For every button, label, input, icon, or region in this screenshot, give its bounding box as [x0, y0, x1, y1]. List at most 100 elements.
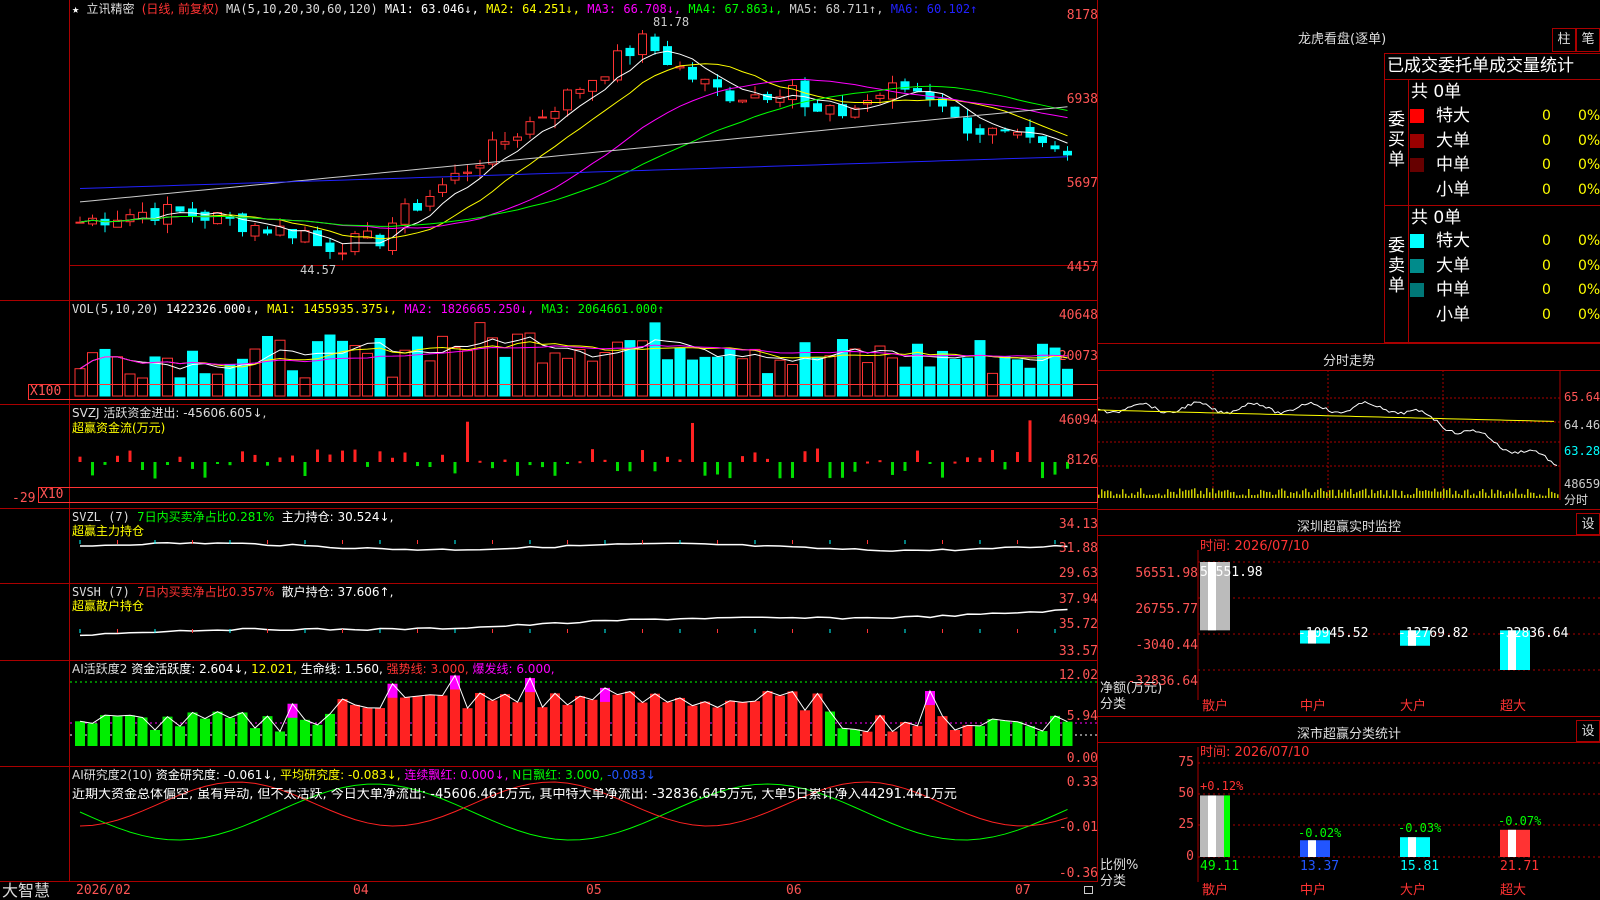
intraday-vol-bar: [1149, 494, 1151, 498]
monitor-y-2: 26755.77: [1135, 602, 1198, 617]
research-bar: [912, 808, 923, 812]
bar-view-button[interactable]: 柱: [1552, 28, 1576, 52]
buy-total: 共 0单: [1411, 82, 1462, 102]
research-bar: [87, 812, 98, 814]
flow-bar: [741, 456, 744, 462]
order-count: 0: [1542, 257, 1551, 274]
active-bar: [337, 699, 348, 746]
active-bar: [625, 691, 635, 746]
intraday-vol-bar: [1317, 489, 1319, 498]
candle-body: [988, 127, 997, 136]
candle-body: [413, 203, 422, 211]
intraday-vol-bar: [1251, 494, 1253, 498]
active-bar: [200, 718, 210, 746]
research-bar: [975, 808, 985, 812]
brand-logo[interactable]: 大智慧: [2, 882, 50, 900]
chart-area[interactable]: ★ 立讯精密 (日线, 前复权) MA(5,10,20,30,60,120) M…: [0, 0, 1098, 900]
flow-bar: [628, 462, 632, 472]
candle-body: [425, 195, 435, 207]
intraday-vol-bar: [1515, 488, 1517, 498]
intraday-vol-bar: [1542, 495, 1544, 498]
stats-bottom-3: 15.81: [1400, 859, 1440, 874]
flow-bar: [703, 462, 707, 476]
svzj-y-1: 46094: [1058, 413, 1098, 428]
active-bar: [775, 695, 785, 746]
intraday-vol-bar: [1455, 490, 1457, 498]
stats-cat-1: 散户: [1202, 883, 1229, 898]
research-bar: [800, 812, 810, 815]
intraday-chart-svg[interactable]: [1098, 370, 1600, 510]
candle-body: [513, 136, 522, 141]
lock-icon[interactable]: [1084, 886, 1093, 894]
research-bar: [837, 812, 848, 818]
ai2-y-1: 0.33: [1066, 775, 1098, 790]
flow-bar: [841, 462, 844, 478]
flow-bar: [616, 462, 619, 472]
flow-bar: [578, 461, 582, 464]
candle-body: [813, 103, 822, 112]
flow-bar: [353, 449, 357, 462]
ai-research-chart-svg[interactable]: [0, 766, 1098, 882]
intraday-vol-bar: [1293, 493, 1295, 498]
candle-body: [638, 33, 647, 56]
intraday-vol-bar: [1545, 495, 1547, 498]
research-bar: [112, 812, 123, 814]
x-label-4: 06: [786, 883, 802, 898]
research-bar: [200, 812, 210, 821]
intraday-vol-bar: [1482, 489, 1484, 498]
star-icon[interactable]: ★: [72, 2, 79, 16]
buy-row-2: 大单 0 0%: [1410, 130, 1600, 152]
research-bar: [900, 807, 910, 812]
research-bar: [212, 812, 223, 819]
order-count: 0: [1542, 132, 1551, 149]
active-bar: [250, 728, 260, 746]
intraday-vol-bar: [1266, 492, 1268, 498]
flow-bar: [228, 462, 232, 466]
price-chart-svg[interactable]: [0, 0, 1098, 301]
intraday-vol-bar: [1359, 490, 1361, 498]
intraday-vol-bar: [1356, 492, 1358, 498]
stats-xlabel: 分类: [1100, 874, 1127, 889]
intraday-vol-bar: [1509, 491, 1511, 498]
candle-body: [525, 121, 535, 135]
flow-bar: [891, 462, 894, 475]
research-bar: [500, 812, 510, 814]
intraday-vol-bar: [1134, 494, 1136, 498]
research-bar: [437, 804, 448, 812]
ai-active-chart-svg[interactable]: [0, 660, 1098, 767]
research-bar: [1037, 812, 1048, 818]
color-swatch: [1410, 283, 1424, 297]
candle-body: [950, 106, 960, 118]
intraday-vol-bar: [1263, 490, 1265, 498]
stats-bar-hl-3: [1408, 837, 1416, 857]
stats-y-1: 75: [1178, 755, 1194, 770]
intraday-vol-bar: [1314, 492, 1316, 498]
svzj-sub: 超赢资金流(万元): [72, 421, 166, 435]
research-bar: [237, 807, 248, 812]
intraday-vol-bar: [1500, 491, 1502, 498]
tick-view-button[interactable]: 笔: [1576, 28, 1600, 52]
intraday-vol-bar: [1230, 492, 1232, 498]
candle-body: [738, 99, 747, 103]
intraday-title: 分时走势: [1322, 354, 1375, 369]
order-label: 中单: [1436, 155, 1470, 175]
ai2-y-3: -0.36: [1058, 866, 1098, 881]
flow-bar: [441, 454, 444, 462]
order-pct: 0%: [1578, 282, 1600, 298]
active-bar: [537, 707, 548, 746]
intraday-vol-bar: [1485, 492, 1487, 498]
monitor-val-1: 56551.98: [1200, 565, 1263, 580]
stats-ylabel: 比例%: [1100, 858, 1139, 873]
candle-body: [600, 76, 610, 81]
intraday-vol-bar: [1188, 490, 1190, 498]
active-bar: [325, 713, 335, 746]
research-bar: [587, 802, 598, 812]
research-bar: [300, 812, 310, 818]
flow-bar: [128, 450, 132, 462]
intraday-vol-bar: [1254, 495, 1256, 498]
intraday-vol-bar: [1194, 488, 1196, 498]
intraday-vol-bar: [1488, 495, 1490, 498]
intraday-avg-line: [1098, 409, 1555, 422]
intraday-vol-bar: [1536, 495, 1538, 498]
flow-bar: [341, 450, 344, 462]
